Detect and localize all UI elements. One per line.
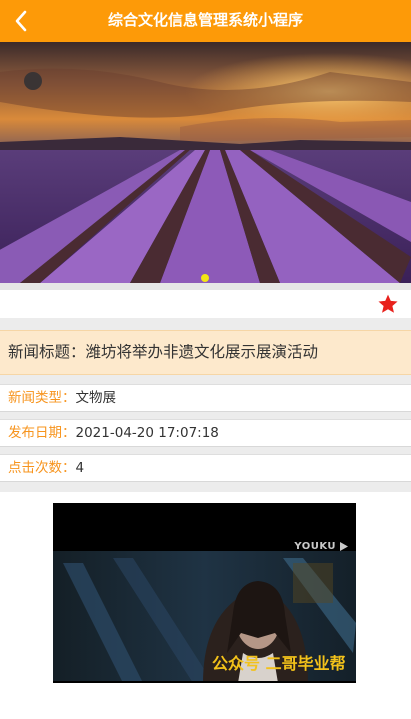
click-count-row: 点击次数：4	[0, 455, 411, 481]
click-count-value: 4	[75, 460, 85, 476]
news-type-row: 新闻类型：文物展	[0, 385, 411, 411]
video-section: YOUKU	[0, 492, 411, 719]
banner-image	[0, 42, 411, 283]
carousel-dot-active[interactable]	[201, 274, 209, 282]
news-title: 新闻标题：潍坊将举办非遗文化展示展演活动	[0, 330, 411, 375]
publish-date-row: 发布日期：2021-04-20 17:07:18	[0, 420, 411, 446]
back-button[interactable]	[6, 6, 36, 36]
star-icon	[378, 294, 398, 313]
page-title: 综合文化信息管理系统小程序	[107, 11, 303, 29]
youku-logo: YOUKU	[294, 541, 348, 552]
youku-play-icon	[340, 541, 348, 551]
top-bar: 综合文化信息管理系统小程序	[0, 0, 411, 42]
youku-logo-text: YOUKU	[294, 541, 337, 552]
favorite-button[interactable]	[377, 293, 399, 315]
publish-date-label: 发布日期：	[8, 425, 76, 441]
news-type-value: 文物展	[75, 390, 117, 406]
banner-carousel[interactable]	[0, 42, 411, 283]
news-type-label: 新闻类型：	[8, 390, 76, 406]
click-count-label: 点击次数：	[8, 460, 76, 476]
favorite-bar	[0, 290, 411, 318]
publish-date-value: 2021-04-20 17:07:18	[75, 425, 219, 441]
divider	[0, 283, 411, 290]
chevron-left-icon	[15, 10, 27, 32]
watermark-text: 公众号 二哥毕业帮	[212, 654, 346, 673]
